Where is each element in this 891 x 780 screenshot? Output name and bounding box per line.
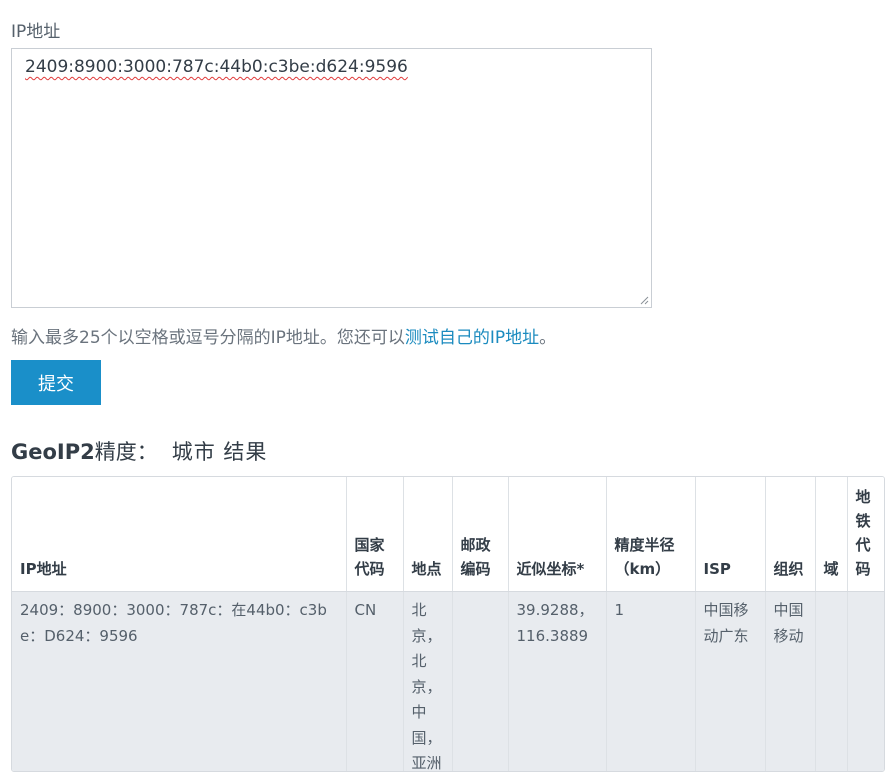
textarea-value: 2409:8900:3000:787c:44b0:c3be:d624:9596 bbox=[25, 57, 408, 77]
header-accuracy-radius: 精度半径（km） bbox=[606, 477, 696, 592]
cell-ip: 2409：8900：3000：787c：在44b0：c3be：D624：9596 bbox=[12, 591, 347, 771]
header-postal-code: 邮政编码 bbox=[452, 477, 509, 592]
header-domain: 域 bbox=[815, 477, 848, 592]
cell-metro-code bbox=[847, 592, 884, 772]
results-title: GeoIP2精度： 城市 结果 bbox=[11, 436, 267, 466]
test-own-ip-link[interactable]: 测试自己的IP地址 bbox=[405, 328, 539, 348]
results-title-suffix: 城市 结果 bbox=[171, 440, 268, 464]
helper-text: 输入最多25个以空格或逗号分隔的IP地址。您还可以测试自己的IP地址。 bbox=[11, 323, 556, 348]
results-title-product: GeoIP2 bbox=[11, 440, 95, 464]
results-title-precision: 精度： bbox=[94, 440, 158, 464]
header-location: 地点 bbox=[403, 477, 453, 592]
table-row: 2409：8900：3000：787c：在44b0：c3be：D624：9596… bbox=[12, 591, 884, 772]
header-coordinates: 近似坐标* bbox=[508, 477, 607, 592]
header-country-code: 国家代码 bbox=[346, 477, 404, 592]
cell-accuracy-radius: 1 bbox=[606, 591, 696, 771]
table-header-row: IP地址 国家代码 地点 邮政编码 近似坐标* 精度半径（km） ISP 组织 … bbox=[12, 477, 884, 592]
cell-organization: 中国移动 bbox=[765, 591, 816, 771]
header-organization: 组织 bbox=[765, 477, 816, 592]
header-metro-code: 地铁代码 bbox=[847, 477, 884, 592]
header-ip: IP地址 bbox=[12, 477, 347, 592]
ip-address-label: IP地址 bbox=[11, 22, 61, 42]
cell-country-code: CN bbox=[346, 591, 404, 771]
helper-text-end: 。 bbox=[539, 328, 557, 348]
cell-coordinates: 39.9288，116.3889 bbox=[508, 591, 607, 771]
cell-location: 北京，北京，中国，亚洲 bbox=[403, 591, 453, 771]
results-table: IP地址 国家代码 地点 邮政编码 近似坐标* 精度半径（km） ISP 组织 … bbox=[11, 476, 885, 772]
submit-button[interactable]: 提交 bbox=[11, 360, 101, 405]
cell-postal-code bbox=[452, 591, 509, 771]
resize-grip-icon[interactable] bbox=[640, 296, 649, 305]
ip-address-textarea[interactable]: 2409:8900:3000:787c:44b0:c3be:d624:9596 bbox=[11, 48, 652, 308]
cell-domain bbox=[815, 591, 848, 771]
cell-isp: 中国移动广东 bbox=[695, 591, 766, 771]
helper-text-main: 输入最多25个以空格或逗号分隔的IP地址。您还可以 bbox=[11, 328, 405, 348]
header-isp: ISP bbox=[695, 477, 766, 592]
